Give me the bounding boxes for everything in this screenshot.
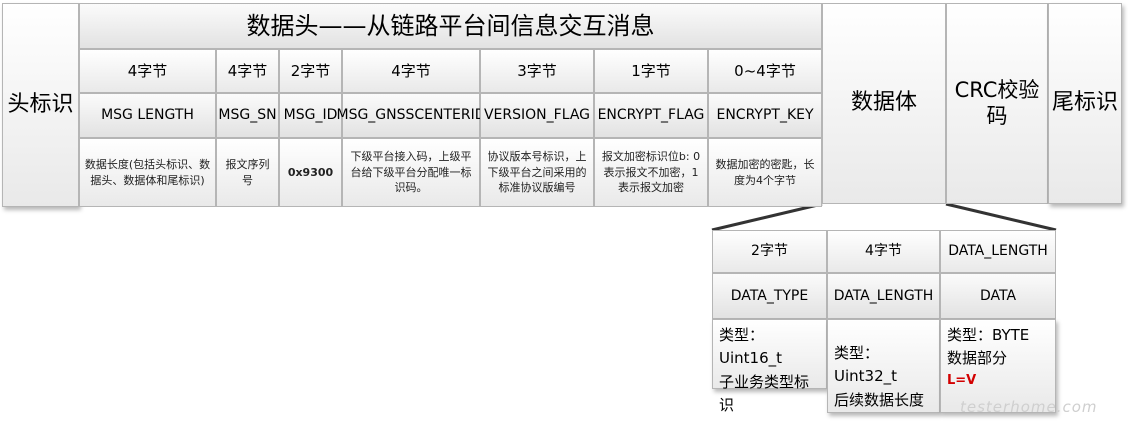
- data-header-title-cell: 数据头——从链路平台间信息交互消息: [79, 3, 822, 49]
- field-size-cell: 0~4字节: [708, 49, 822, 93]
- field-desc: 报文序列号: [225, 157, 270, 187]
- sub-desc-cell: 类型：Uint16_t 子业务类型标识: [712, 319, 827, 414]
- sub-name-cell: DATA: [940, 273, 1056, 319]
- sub-type: 类型：BYTE: [947, 326, 1030, 344]
- field-size: 1字节: [631, 62, 671, 80]
- watermark: testerhome.com: [960, 398, 1098, 416]
- data-body-label: 数据体: [850, 90, 917, 116]
- sub-desc: 后续数据长度: [834, 390, 925, 409]
- field-size: 4字节: [227, 62, 268, 80]
- sub-desc: 数据部分: [947, 349, 1008, 368]
- sub-name: DATA_TYPE: [730, 287, 809, 304]
- sub-size: 2字节: [751, 243, 788, 260]
- crc-cell: CRC校验码: [946, 3, 1048, 204]
- field-size: 2字节: [290, 62, 331, 80]
- field-name-cell: ENCRYPT_FLAG: [594, 93, 708, 138]
- field-desc-cell: 下级平台接入码，上级平台给下级平台分配唯一标识码。: [342, 138, 480, 207]
- connector-right: [945, 202, 1057, 232]
- field-size: 4字节: [127, 62, 168, 80]
- sub-note: L=V: [947, 372, 977, 388]
- field-size-cell: 1字节: [594, 49, 708, 93]
- field-name-cell: MSG_GNSSCENTERID: [336, 93, 486, 138]
- sub-desc-cell: 类型：Uint32_t 后续数据长度: [827, 319, 940, 413]
- field-name: MSG_GNSSCENTERID: [336, 107, 486, 124]
- field-size-cell: 4字节: [342, 49, 480, 93]
- field-size-cell: 4字节: [79, 49, 216, 93]
- field-name: VERSION_FLAG: [483, 107, 590, 124]
- field-name: ENCRYPT_KEY: [716, 107, 814, 124]
- crc-label: CRC校验码: [954, 78, 1040, 128]
- field-desc: 下级平台接入码，上级平台给下级平台分配唯一标识码。: [350, 149, 472, 195]
- field-desc-cell: 0x9300: [279, 138, 342, 207]
- connector-left: [711, 202, 823, 232]
- field-name: ENCRYPT_FLAG: [597, 107, 705, 124]
- data-header-title: 数据头——从链路平台间信息交互消息: [246, 11, 655, 40]
- tail-mark-label: 尾标识: [1051, 90, 1118, 116]
- field-size: 0~4字节: [734, 62, 796, 80]
- sub-size: 4字节: [865, 243, 902, 260]
- field-name-cell: ENCRYPT_KEY: [708, 93, 822, 138]
- sub-size-cell: 4字节: [827, 230, 940, 273]
- sub-name-cell: DATA_LENGTH: [827, 273, 940, 319]
- sub-name: DATA_LENGTH: [833, 287, 934, 304]
- sub-size-cell: DATA_LENGTH: [940, 230, 1056, 273]
- field-desc-cell: 报文加密标识位b: 0表示报文不加密，1表示报文加密: [594, 138, 708, 207]
- sub-size: DATA_LENGTH: [948, 243, 1048, 260]
- field-desc: 协议版本号标识，上下级平台之间采用的标准协议版编号: [487, 149, 587, 195]
- sub-type: 类型：Uint32_t: [834, 344, 898, 386]
- field-size: 3字节: [517, 62, 557, 80]
- data-body-cell: 数据体: [822, 3, 946, 204]
- field-desc-cell: 数据长度(包括头标识、数据头、数据体和尾标识): [79, 138, 216, 207]
- field-name: MSG_ID: [283, 107, 338, 124]
- field-desc-cell: 协议版本号标识，上下级平台之间采用的标准协议版编号: [480, 138, 594, 207]
- sub-size-cell: 2字节: [712, 230, 827, 273]
- field-desc: 报文加密标识位b: 0表示报文不加密，1表示报文加密: [601, 149, 701, 195]
- sub-name: DATA: [979, 287, 1017, 304]
- field-name: MSG LENGTH: [101, 107, 194, 124]
- field-desc: 数据长度(包括头标识、数据头、数据体和尾标识): [84, 157, 211, 187]
- field-name-cell: MSG_SN: [216, 93, 279, 138]
- field-size: 4字节: [391, 62, 431, 80]
- sub-type: 类型：Uint16_t: [719, 326, 783, 368]
- field-name-cell: MSG LENGTH: [79, 93, 216, 138]
- field-desc-cell: 报文序列号: [216, 138, 279, 207]
- field-size-cell: 3字节: [480, 49, 594, 93]
- field-name-cell: MSG_ID: [279, 93, 342, 138]
- field-desc-cell: 数据加密的密匙，长度为4个字节: [708, 138, 822, 207]
- field-name-cell: VERSION_FLAG: [480, 93, 594, 138]
- head-mark-label: 头标识: [7, 91, 74, 117]
- field-size-cell: 4字节: [216, 49, 279, 93]
- field-size-cell: 2字节: [279, 49, 342, 93]
- field-name: MSG_SN: [218, 107, 277, 124]
- head-mark-cell: 头标识: [2, 3, 79, 207]
- field-desc: 0x9300: [287, 165, 334, 179]
- sub-name-cell: DATA_TYPE: [712, 273, 827, 319]
- tail-mark-cell: 尾标识: [1048, 3, 1122, 204]
- field-desc: 数据加密的密匙，长度为4个字节: [715, 157, 815, 187]
- sub-desc: 子业务类型标识: [719, 372, 810, 414]
